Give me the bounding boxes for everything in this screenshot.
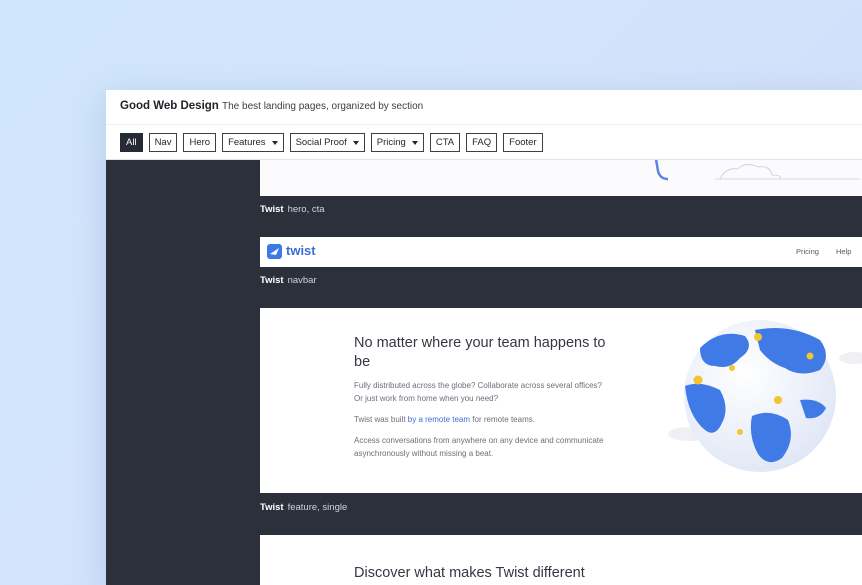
- filter-label: Hero: [189, 137, 211, 148]
- tagline: The best landing pages, organized by sec…: [222, 101, 424, 112]
- filter-pricing[interactable]: Pricing: [370, 133, 424, 152]
- filter-bar: All Nav Hero Features Social Proof Prici…: [120, 133, 543, 152]
- section-tags: navbar: [287, 275, 317, 286]
- filter-footer[interactable]: Footer: [503, 133, 543, 152]
- example-caption: Twist navbar: [260, 275, 317, 286]
- feature-paragraph: Access conversations from anywhere on an…: [354, 436, 604, 458]
- next-preview-card[interactable]: Discover what makes Twist different: [260, 535, 862, 585]
- filter-all[interactable]: All: [120, 133, 143, 152]
- next-preview-title: Discover what makes Twist different: [354, 565, 585, 581]
- nav-link-pricing[interactable]: Pricing: [796, 247, 819, 256]
- filter-cta[interactable]: CTA: [429, 133, 461, 152]
- section-tags: feature, single: [287, 502, 348, 513]
- site-name[interactable]: Twist: [260, 204, 284, 215]
- sidebar: [106, 159, 260, 585]
- filter-label: FAQ: [472, 137, 492, 148]
- twist-logo-text: twist: [286, 243, 316, 258]
- filter-hero[interactable]: Hero: [183, 133, 217, 152]
- filter-nav[interactable]: Nav: [148, 133, 178, 152]
- chevron-down-icon: [352, 140, 359, 145]
- filter-label: All: [126, 137, 137, 148]
- twist-logo-icon: [267, 244, 282, 259]
- location-pin-icon: [774, 396, 782, 404]
- filter-label: Social Proof: [295, 137, 347, 148]
- feature-title: No matter where your team happens to be: [354, 335, 606, 370]
- app-window: Good Web Design The best landing pages, …: [106, 90, 862, 585]
- location-pin-icon: [729, 365, 735, 371]
- filter-social-proof[interactable]: Social Proof: [289, 133, 365, 152]
- paper-plane-icon: [270, 248, 279, 255]
- remote-team-link[interactable]: by a remote team: [408, 415, 470, 424]
- topbar-divider: [106, 124, 862, 125]
- feature-paragraph: Twist was built by a remote team for rem…: [354, 414, 604, 427]
- example-caption: Twist hero, cta: [260, 204, 325, 215]
- site-name[interactable]: Twist: [260, 502, 284, 513]
- chevron-down-icon: [271, 140, 278, 145]
- location-pin-icon: [754, 333, 762, 341]
- filter-label: Pricing: [376, 137, 406, 148]
- section-tags: hero, cta: [287, 204, 325, 215]
- brand-title[interactable]: Good Web Design: [120, 100, 219, 112]
- navbar-preview-card[interactable]: twist Pricing Help: [260, 237, 862, 267]
- filter-label: Footer: [509, 137, 537, 148]
- top-bar: Good Web Design The best landing pages, …: [106, 90, 862, 160]
- example-caption: Twist feature, single: [260, 502, 347, 513]
- feature-preview-card[interactable]: No matter where your team happens to be …: [260, 308, 862, 493]
- hero-preview-card[interactable]: [260, 159, 862, 196]
- filter-label: Features: [228, 137, 266, 148]
- globe-illustration: [668, 320, 862, 472]
- feature-text: Twist was built: [354, 415, 408, 424]
- hero-illustration: [654, 159, 860, 181]
- filter-label: CTA: [435, 137, 455, 148]
- filter-features[interactable]: Features: [222, 133, 284, 152]
- location-pin-icon: [693, 375, 703, 385]
- nav-link-help[interactable]: Help: [836, 247, 851, 256]
- feature-text: for remote teams.: [470, 415, 535, 424]
- filter-faq[interactable]: FAQ: [466, 133, 498, 152]
- feature-paragraph: Fully distributed across the globe? Coll…: [354, 381, 602, 403]
- site-name[interactable]: Twist: [260, 275, 284, 286]
- chevron-down-icon: [411, 140, 418, 145]
- location-pin-icon: [806, 352, 814, 360]
- location-pin-icon: [737, 429, 743, 435]
- filter-label: Nav: [154, 137, 172, 148]
